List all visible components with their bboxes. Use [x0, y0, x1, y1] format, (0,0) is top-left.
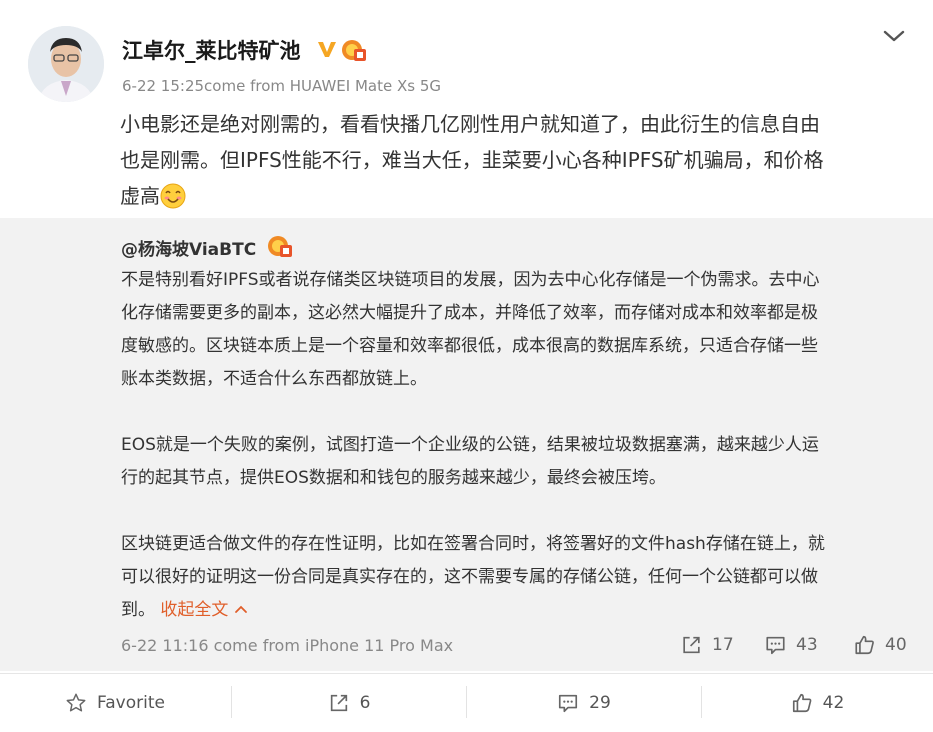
star-icon: [66, 693, 86, 712]
repost-text: 不是特别看好IPFS或者说存储类区块链项目的发展，因为去中心化存储是一个伪需求。…: [121, 264, 911, 627]
repost-text-content: 不是特别看好IPFS或者说存储类区块链项目的发展，因为去中心化存储是一个伪需求。…: [121, 270, 825, 620]
avatar[interactable]: [28, 26, 104, 102]
share-icon: [330, 694, 347, 712]
like-icon: [792, 693, 812, 713]
comment-count: 29: [589, 693, 611, 713]
repost-like-button[interactable]: 40: [853, 634, 907, 656]
favorite-button[interactable]: Favorite: [0, 684, 230, 722]
comment-button[interactable]: 29: [467, 684, 701, 722]
post-meta: 6-22 15:25come from HUAWEI Mate Xs 5G: [122, 77, 441, 95]
repost-comment-button[interactable]: 43: [764, 634, 818, 656]
repost-meta: 6-22 11:16 come from iPhone 11 Pro Max: [121, 636, 454, 655]
repost-comment-count: 43: [796, 635, 818, 655]
repost-like-count: 40: [885, 635, 907, 655]
post-text-content: 小电影还是绝对刚需的，看看快播几亿刚性用户就知道了，由此衍生的信息自由 也是刚需…: [120, 112, 824, 208]
chevron-up-icon: [234, 605, 247, 613]
comment-icon: [559, 694, 578, 713]
medal-icon: [342, 40, 366, 61]
like-count: 42: [822, 693, 845, 713]
repost-share-button[interactable]: 17: [680, 634, 734, 656]
favorite-label: Favorite: [97, 693, 165, 713]
share-count: 6: [359, 693, 371, 713]
repost-author[interactable]: @杨海坡ViaBTC: [121, 235, 256, 260]
chevron-down-icon[interactable]: [882, 28, 906, 44]
share-button[interactable]: 6: [232, 684, 466, 722]
repost-share-count: 17: [712, 635, 734, 655]
like-button[interactable]: 42: [702, 684, 933, 722]
collapse-label: 收起全文: [160, 600, 229, 620]
medal-icon: [268, 236, 292, 257]
verified-badge-icon: [318, 42, 336, 57]
collapse-link[interactable]: 收起全文: [160, 600, 247, 620]
smile-emoji-icon: [160, 183, 186, 209]
author-name[interactable]: 江卓尔_莱比特矿池: [122, 35, 301, 65]
share-icon: [683, 636, 700, 654]
like-icon: [855, 635, 874, 655]
comment-icon: [766, 636, 785, 655]
post-text: 小电影还是绝对刚需的，看看快播几亿刚性用户就知道了，由此衍生的信息自由 也是刚需…: [120, 106, 900, 214]
